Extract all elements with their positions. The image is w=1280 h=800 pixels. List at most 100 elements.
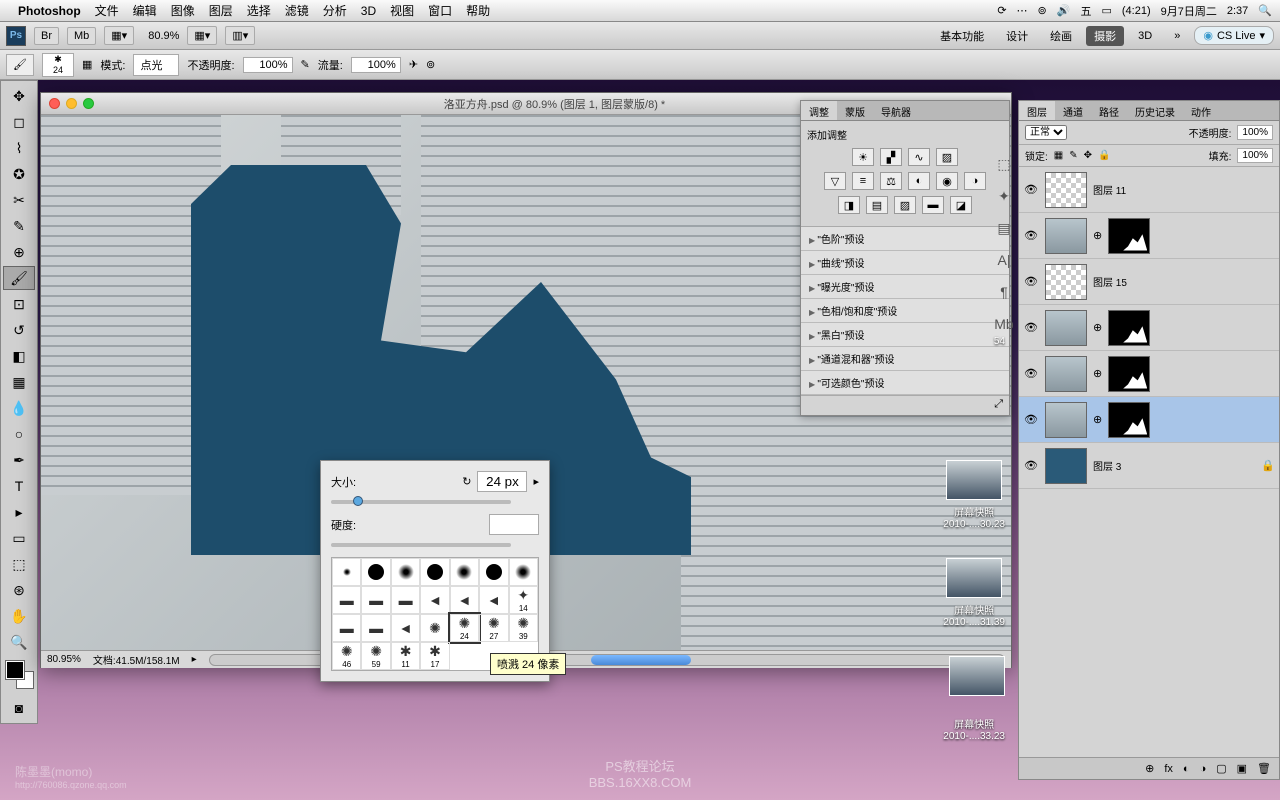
hardness-input[interactable] xyxy=(489,514,539,535)
blur-tool[interactable]: 💧 xyxy=(3,396,35,420)
hue-icon[interactable]: ≡ xyxy=(852,172,874,190)
new-layer-icon[interactable]: ▣ xyxy=(1237,762,1247,775)
zoom-tool[interactable]: 🔍 xyxy=(3,630,35,654)
preset-channel-mixer[interactable]: "通道混和器"预设 xyxy=(801,347,1009,371)
layer-thumbnail[interactable] xyxy=(1045,448,1087,484)
layer-thumbnail[interactable] xyxy=(1045,310,1087,346)
selective-color-icon[interactable]: ◪ xyxy=(950,196,972,214)
panel-expand-icon[interactable]: ⤢ xyxy=(994,398,1003,413)
brush-preset-selected[interactable]: ✺24 xyxy=(450,614,479,642)
brush-tool[interactable]: 🖌 xyxy=(3,266,35,290)
foreground-color[interactable] xyxy=(6,661,24,679)
layer-name[interactable]: 图层 3 xyxy=(1093,458,1255,473)
brush-preset[interactable]: ▬ xyxy=(332,614,361,642)
app-name[interactable]: Photoshop xyxy=(18,4,81,18)
brush-preset[interactable] xyxy=(391,558,420,586)
invert-icon[interactable]: ◨ xyxy=(838,196,860,214)
layer-thumbnail[interactable] xyxy=(1045,264,1087,300)
tab-navigator[interactable]: 导航器 xyxy=(873,101,919,120)
menu-filter[interactable]: 滤镜 xyxy=(285,2,309,19)
brush-preset[interactable] xyxy=(479,558,508,586)
tab-actions[interactable]: 动作 xyxy=(1183,101,1219,120)
battery-icon[interactable]: ▭ xyxy=(1101,4,1111,17)
layer-name[interactable]: 图层 15 xyxy=(1093,274,1275,289)
link-icon[interactable]: ⊕ xyxy=(1093,367,1102,380)
layer-opacity-input[interactable]: 100% xyxy=(1237,125,1273,140)
layer-row[interactable]: 👁 图层 11 xyxy=(1019,167,1279,213)
tab-masks[interactable]: 蒙版 xyxy=(837,101,873,120)
visibility-icon[interactable]: 👁 xyxy=(1023,229,1039,242)
brush-preset[interactable] xyxy=(361,558,390,586)
tab-adjustments[interactable]: 调整 xyxy=(801,101,837,120)
wifi-icon[interactable]: ⊚ xyxy=(1038,4,1047,17)
cslive-button[interactable]: CS Live ▾ xyxy=(1194,26,1274,45)
levels-icon[interactable]: ▞ xyxy=(880,148,902,166)
channel-mixer-icon[interactable]: ◑ xyxy=(964,172,986,190)
menu-file[interactable]: 文件 xyxy=(95,2,119,19)
menu-window[interactable]: 窗口 xyxy=(428,2,452,19)
menu-edit[interactable]: 编辑 xyxy=(133,2,157,19)
desktop-screenshot[interactable]: 屏幕快照 2010-....30.23 xyxy=(943,460,1005,530)
brush-preset[interactable]: ✺39 xyxy=(509,614,538,642)
size-slider[interactable] xyxy=(331,500,511,504)
desktop-file[interactable]: 54 xyxy=(994,336,1005,347)
tab-layers[interactable]: 图层 xyxy=(1019,101,1055,120)
tab-channels[interactable]: 通道 xyxy=(1055,101,1091,120)
brush-preset[interactable]: ✺ xyxy=(420,614,449,642)
layer-thumbnail[interactable] xyxy=(1045,356,1087,392)
sync-icon[interactable]: ⟳ xyxy=(997,4,1006,17)
fx-icon[interactable]: fx xyxy=(1164,763,1173,775)
visibility-icon[interactable]: 👁 xyxy=(1023,459,1039,472)
visibility-icon[interactable]: 👁 xyxy=(1023,367,1039,380)
menu-analysis[interactable]: 分析 xyxy=(323,2,347,19)
brush-preset[interactable]: ✺46 xyxy=(332,642,361,670)
lasso-tool[interactable]: ⌇ xyxy=(3,136,35,160)
menu-layer[interactable]: 图层 xyxy=(209,2,233,19)
tablet-pressure-opacity-icon[interactable]: ✎ xyxy=(301,58,310,71)
mask-thumbnail[interactable] xyxy=(1108,310,1150,346)
curves-icon[interactable]: ∿ xyxy=(908,148,930,166)
quickmask-tool[interactable]: ◙ xyxy=(3,696,35,720)
brush-preset[interactable] xyxy=(509,558,538,586)
brush-preview[interactable]: ✱24 xyxy=(42,53,74,77)
visibility-icon[interactable]: 👁 xyxy=(1023,321,1039,334)
workspace-design[interactable]: 设计 xyxy=(998,26,1036,46)
3d-camera-tool[interactable]: ⊛ xyxy=(3,578,35,602)
link-icon[interactable]: ⊕ xyxy=(1093,229,1102,242)
layer-row[interactable]: 👁 图层 15 xyxy=(1019,259,1279,305)
preset-curves[interactable]: "曲线"预设 xyxy=(801,251,1009,275)
brush-preset[interactable]: ✦14 xyxy=(509,586,538,614)
doc-size[interactable]: 文档:41.5M/158.1M xyxy=(93,652,180,667)
desktop-screenshot[interactable]: 屏幕快照 2010-....33.23 xyxy=(943,716,1005,742)
opacity-input[interactable]: 100% xyxy=(243,57,293,73)
brush-preset[interactable]: ✺59 xyxy=(361,642,390,670)
layer-row[interactable]: 👁 ⊕ xyxy=(1019,351,1279,397)
lock-all-icon[interactable]: 🔒 xyxy=(1098,150,1110,161)
flow-input[interactable]: 100% xyxy=(351,57,401,73)
delete-layer-icon[interactable]: 🗑 xyxy=(1257,762,1271,775)
blend-mode-select[interactable]: 点光 xyxy=(133,54,179,76)
color-swatches[interactable] xyxy=(3,659,35,695)
layer-row[interactable]: 👁 ⊕ xyxy=(1019,213,1279,259)
minibridge-panel-icon[interactable]: Mb xyxy=(994,316,1014,334)
desktop-screenshot[interactable] xyxy=(949,656,1005,700)
menu-help[interactable]: 帮助 xyxy=(466,2,490,19)
crop-tool[interactable]: ✂ xyxy=(3,188,35,212)
brightness-icon[interactable]: ☀ xyxy=(852,148,874,166)
photo-filter-icon[interactable]: ◉ xyxy=(936,172,958,190)
link-icon[interactable]: ⊕ xyxy=(1093,413,1102,426)
layer-fill-input[interactable]: 100% xyxy=(1237,148,1273,163)
preset-hue[interactable]: "色相/饱和度"预设 xyxy=(801,299,1009,323)
new-group-icon[interactable]: ▢ xyxy=(1216,762,1226,775)
extras-button[interactable]: ▥▾ xyxy=(225,26,255,45)
layer-thumbnail[interactable] xyxy=(1045,172,1087,208)
link-icon[interactable]: ⊕ xyxy=(1093,321,1102,334)
brush-preset[interactable]: ▬ xyxy=(332,586,361,614)
brush-preset[interactable] xyxy=(332,558,361,586)
zoom-level[interactable]: 80.9% xyxy=(148,30,179,42)
layer-row[interactable]: 👁 图层 3 🔒 xyxy=(1019,443,1279,489)
input-method[interactable]: 五 xyxy=(1080,3,1091,19)
size-input[interactable] xyxy=(477,471,527,492)
brush-preset[interactable]: ▬ xyxy=(361,614,390,642)
gradient-map-icon[interactable]: ▬ xyxy=(922,196,944,214)
